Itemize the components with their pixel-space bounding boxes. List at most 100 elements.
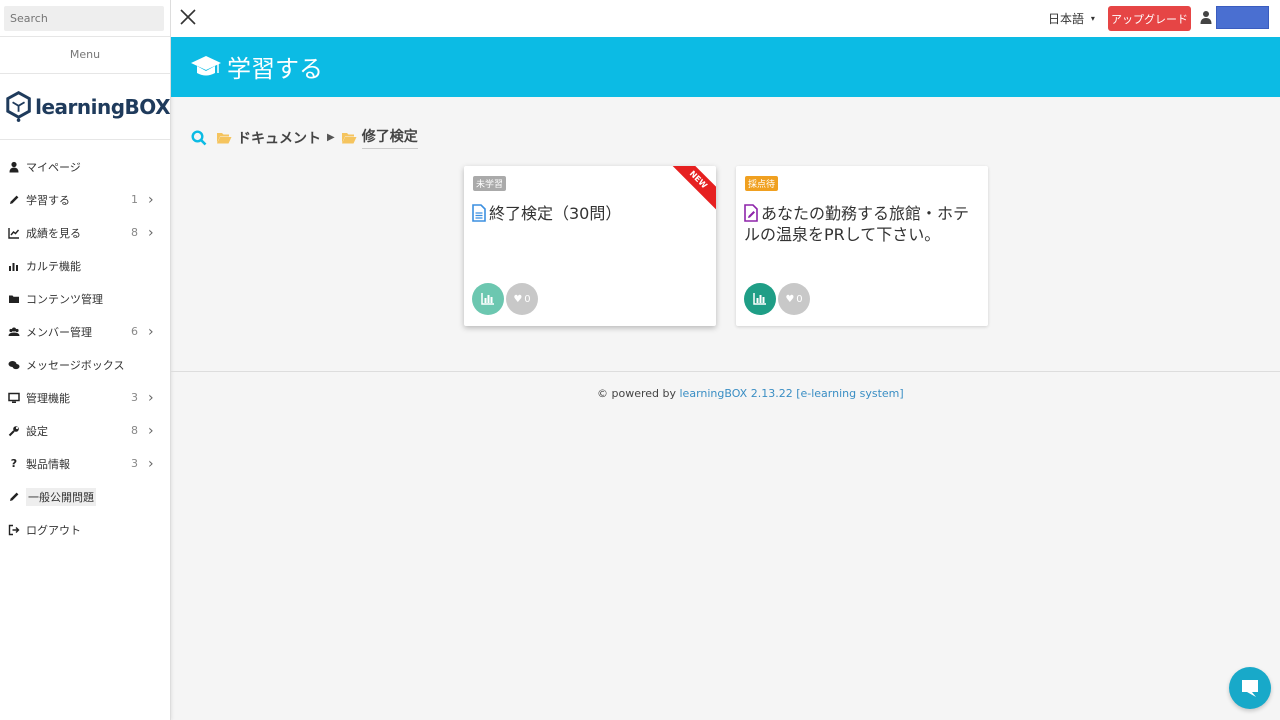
logo-text: learningBOX (35, 94, 170, 119)
footer-divider (171, 371, 1280, 372)
breadcrumb-item-documents[interactable]: ドキュメント (237, 128, 321, 148)
document-edit-icon (744, 204, 758, 222)
like-button[interactable]: ♥ 0 (778, 283, 810, 315)
pencil-icon (10, 492, 19, 501)
pencil-icon (10, 195, 19, 204)
sidebar-item-label: カルテ機能 (26, 259, 81, 273)
users-icon (8, 327, 20, 336)
caret-right-icon: ▶ (327, 132, 335, 143)
comments-icon (8, 360, 20, 369)
sidebar-item-label: メッセージボックス (26, 358, 125, 372)
chevron-right-icon: › (148, 323, 154, 340)
chevron-right-icon: › (148, 455, 154, 472)
sidebar-nav: マイページ 学習する 1 › 成績を見る 8 › カルテ機能 コンテンツ管理 メ… (0, 140, 170, 546)
search-input[interactable] (4, 6, 164, 31)
wrench-icon (8, 425, 19, 436)
chat-bubble-icon (1242, 680, 1258, 697)
sidebar-item-mypage[interactable]: マイページ (0, 150, 170, 183)
sidebar-item-contents[interactable]: コンテンツ管理 (0, 282, 170, 315)
sign-out-icon (8, 524, 20, 535)
sidebar-item-label: メンバー管理 (26, 325, 92, 339)
sidebar-item-label: 管理機能 (26, 391, 70, 405)
upgrade-button[interactable]: アップグレード (1108, 6, 1191, 31)
card-title[interactable]: あなたの勤務する旅館・ホテルの温泉をPRして下さい。 (744, 203, 980, 245)
language-dropdown[interactable]: 日本語 ▾ (1048, 10, 1095, 27)
like-button[interactable]: ♥ 0 (506, 283, 538, 315)
status-badge: 未学習 (473, 176, 507, 191)
document-icon (472, 204, 486, 222)
chevron-right-icon: › (148, 389, 154, 406)
sidebar-item-messages[interactable]: メッセージボックス (0, 348, 170, 381)
sidebar-item-members[interactable]: メンバー管理 6 › (0, 315, 170, 348)
sidebar-item-product-info[interactable]: ? 製品情報 3 › (0, 447, 170, 480)
status-badge: 採点待 (745, 176, 779, 191)
graduation-cap-icon (191, 56, 221, 76)
chevron-right-icon: › (148, 191, 154, 208)
bar-chart-icon (481, 293, 494, 305)
sidebar-item-count: 1 (131, 193, 138, 206)
stats-button[interactable] (744, 283, 776, 315)
heart-icon: ♥ (785, 293, 795, 305)
sidebar-search (0, 0, 170, 37)
sidebar-item-label: 一般公開問題 (26, 487, 96, 506)
chevron-right-icon: › (148, 224, 154, 241)
folder-open-icon (217, 132, 232, 143)
logo-cube-icon (6, 90, 31, 122)
page-header: 学習する (171, 37, 1280, 97)
card-title-text: あなたの勤務する旅館・ホテルの温泉をPRして下さい。 (744, 204, 970, 244)
bar-chart-icon (9, 262, 18, 271)
line-chart-icon (8, 227, 20, 239)
question-icon: ? (10, 457, 18, 470)
footer-link[interactable]: learningBOX 2.13.22 [e-learning system] (680, 387, 904, 400)
sidebar-item-label: マイページ (26, 160, 81, 174)
sidebar-item-settings[interactable]: 設定 8 › (0, 414, 170, 447)
language-label: 日本語 (1048, 12, 1085, 26)
sidebar-item-public-questions[interactable]: 一般公開問題 (0, 480, 170, 513)
sidebar-item-count: 3 (131, 457, 138, 470)
breadcrumb-item-current[interactable]: 修了検定 (361, 126, 418, 149)
user-icon[interactable] (1200, 10, 1212, 24)
topbar: 日本語 ▾ アップグレード (171, 0, 1280, 37)
sidebar-item-admin[interactable]: 管理機能 3 › (0, 381, 170, 414)
sidebar-item-count: 8 (131, 226, 138, 239)
sidebar-item-logout[interactable]: ログアウト (0, 513, 170, 546)
sidebar-item-label: 学習する (26, 193, 70, 207)
breadcrumb: ドキュメント ▶ 修了検定 (191, 126, 418, 149)
desktop-icon (8, 392, 20, 403)
close-icon[interactable] (179, 8, 197, 26)
caret-down-icon: ▾ (1090, 14, 1095, 23)
user-icon (9, 161, 19, 172)
sidebar-item-study[interactable]: 学習する 1 › (0, 183, 170, 216)
chevron-right-icon: › (148, 422, 154, 439)
content-card[interactable]: 未学習 NEW 終了検定（30問） ♥ 0 (464, 166, 716, 326)
card-title[interactable]: 終了検定（30問） (472, 203, 708, 224)
heart-icon: ♥ (513, 293, 523, 305)
sidebar-item-label: 設定 (26, 424, 48, 438)
footer: © powered by learningBOX 2.13.22 [e-lear… (597, 387, 904, 400)
sidebar-item-label: 製品情報 (26, 457, 70, 471)
folder-icon (9, 295, 19, 303)
sidebar-item-count: 8 (131, 424, 138, 437)
logo[interactable]: learningBOX (0, 74, 170, 140)
card-title-text: 終了検定（30問） (489, 204, 622, 223)
menu-label: Menu (0, 37, 170, 74)
sidebar-item-count: 3 (131, 391, 138, 404)
sidebar: Menu learningBOX マイページ 学習する 1 › 成績を見る 8 … (0, 0, 171, 720)
bar-chart-icon (753, 293, 766, 305)
sidebar-item-label: コンテンツ管理 (26, 292, 103, 306)
like-count: 0 (524, 293, 531, 305)
sidebar-item-grades[interactable]: 成績を見る 8 › (0, 216, 170, 249)
chat-button[interactable] (1229, 667, 1271, 709)
like-count: 0 (796, 293, 803, 305)
sidebar-item-label: 成績を見る (26, 226, 81, 240)
folder-open-icon (341, 132, 357, 143)
footer-prefix: © powered by (597, 387, 680, 400)
user-name-box[interactable] (1216, 6, 1269, 29)
page-title: 学習する (227, 55, 323, 83)
stats-button[interactable] (472, 283, 504, 315)
content-card[interactable]: 採点待 あなたの勤務する旅館・ホテルの温泉をPRして下さい。 ♥ 0 (736, 166, 988, 326)
sidebar-item-karte[interactable]: カルテ機能 (0, 249, 170, 282)
sidebar-item-count: 6 (131, 325, 138, 338)
search-icon[interactable] (191, 129, 207, 146)
sidebar-item-label: ログアウト (26, 523, 81, 537)
